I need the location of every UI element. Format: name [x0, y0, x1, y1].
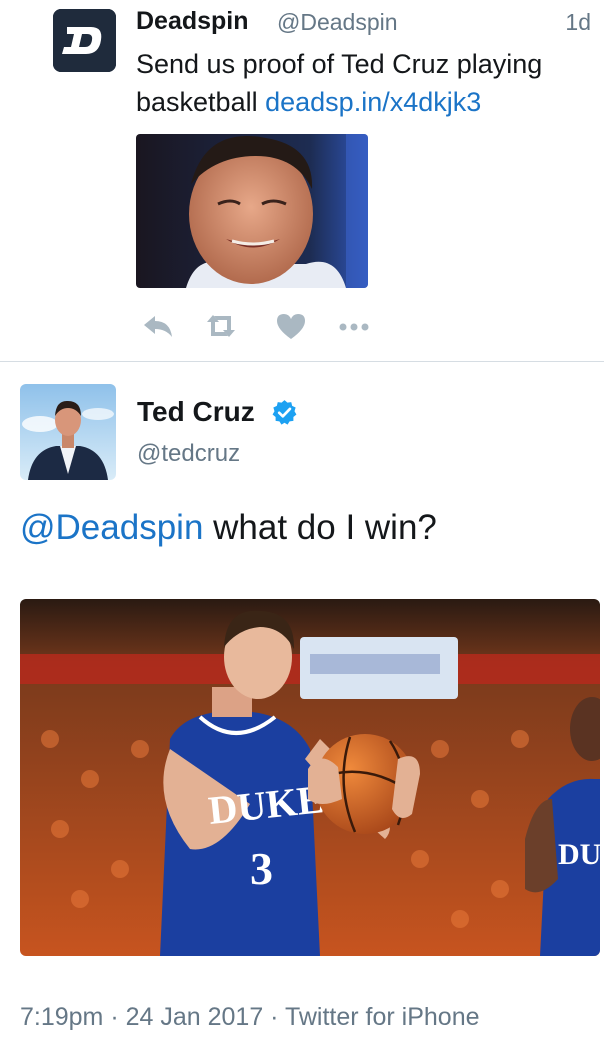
tweet-photo[interactable]: DUKE 3 DU: [20, 599, 600, 956]
tweet-link[interactable]: deadsp.in/x4dkjk3: [265, 87, 481, 117]
ted-cruz-avatar[interactable]: [20, 384, 116, 480]
basketball-player-photo: DUKE 3 DU: [20, 599, 600, 956]
like-icon: [277, 314, 305, 339]
verified-icon: [272, 400, 297, 425]
reply-icon: [144, 316, 172, 337]
jersey-number: 3: [250, 843, 273, 894]
tweet-photo[interactable]: [136, 134, 368, 288]
reply-button[interactable]: [140, 311, 176, 341]
like-button[interactable]: [273, 311, 309, 341]
second-jersey-text: DU: [558, 838, 600, 871]
retweet-button[interactable]: [203, 311, 239, 341]
tweet-divider: [0, 361, 604, 362]
tweet-meta[interactable]: 7:19pm · 24 Jan 2017 · Twitter for iPhon…: [20, 1003, 480, 1032]
retweet-icon: [207, 315, 235, 337]
ted-cruz-photo: [136, 134, 368, 288]
deadspin-logo-icon: [53, 9, 116, 72]
mention-link[interactable]: @Deadspin: [20, 508, 203, 547]
ted-cruz-display-name[interactable]: Ted Cruz: [137, 396, 255, 428]
tweet-text: @Deadspin what do I win?: [20, 508, 437, 548]
verified-badge: [271, 399, 298, 426]
deadspin-handle[interactable]: @Deadspin: [277, 9, 398, 36]
deadspin-display-name[interactable]: Deadspin: [136, 7, 249, 36]
more-icon: [339, 323, 369, 331]
tweet-timestamp[interactable]: 1d: [565, 9, 591, 36]
deadspin-avatar[interactable]: [53, 9, 116, 72]
tweet-text-body: what do I win?: [203, 508, 437, 547]
ted-cruz-handle[interactable]: @tedcruz: [137, 440, 240, 468]
tweet-text: Send us proof of Ted Cruz playing basket…: [136, 45, 596, 121]
more-options-button[interactable]: [336, 311, 372, 341]
avatar-photo: [20, 384, 116, 480]
